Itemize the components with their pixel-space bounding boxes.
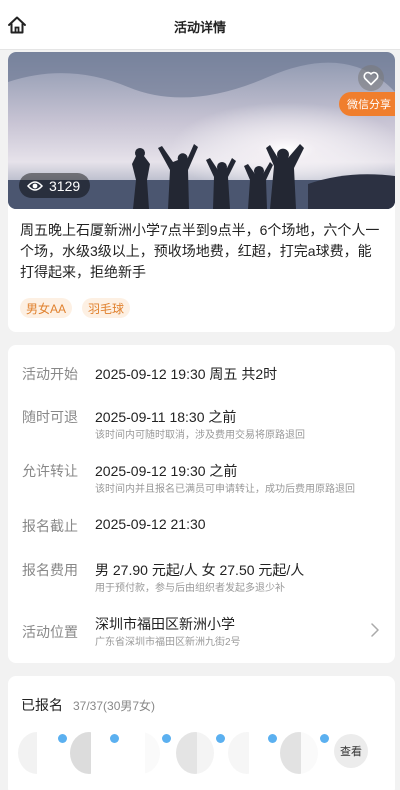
chevron-right-icon: [371, 623, 379, 637]
participant-avatars: [18, 732, 388, 774]
top-bar: 活动详情: [0, 0, 400, 50]
tag-gender-split: 男女AA: [20, 298, 73, 318]
location-label: 活动位置: [22, 624, 78, 640]
avatar[interactable]: [176, 732, 214, 774]
activity-description: 周五晚上石厦新洲小学7点半到9点半，6个场地，六个人一个场，水级3级以上，预收场…: [20, 222, 380, 280]
cancel-value: 2025-09-11 18:30 之前: [95, 409, 237, 425]
cancel-note: 该时间内可随时取消，涉及费用交易将原路退回: [95, 430, 305, 441]
fee-value: 男 27.90 元起/人 女 27.50 元起/人: [95, 562, 305, 578]
heart-icon: [363, 71, 379, 85]
verified-badge: [110, 734, 119, 743]
avatar[interactable]: [228, 732, 266, 774]
verified-badge: [162, 734, 171, 743]
tag-list: 男女AA 羽毛球: [20, 298, 140, 318]
start-label: 活动开始: [22, 366, 78, 382]
verified-badge: [268, 734, 277, 743]
verified-badge: [58, 734, 67, 743]
transfer-label: 允许转让: [22, 463, 78, 479]
verified-badge: [320, 734, 329, 743]
deadline-label: 报名截止: [22, 518, 78, 534]
view-all-participants-button[interactable]: 查看: [334, 734, 368, 768]
transfer-value: 2025-09-12 19:30 之前: [95, 463, 238, 479]
tag-sport: 羽毛球: [82, 298, 131, 318]
fee-note: 用于预付款，参与后由组织者发起多退少补: [95, 583, 285, 594]
activity-info-card: 活动开始 2025-09-12 19:30 周五 共2时 随时可退 2025-0…: [8, 345, 395, 663]
signup-card: 已报名 37/37(30男7女) 查看: [8, 676, 395, 790]
eye-icon: [27, 180, 43, 191]
avatar[interactable]: [280, 732, 318, 774]
avatar[interactable]: [70, 732, 108, 774]
page-title: 活动详情: [173, 20, 226, 35]
view-count: 3129: [19, 173, 91, 198]
start-value: 2025-09-12 19:30 周五 共2时: [95, 366, 278, 382]
signup-count: 37/37(30男7女): [73, 699, 156, 713]
location-address: 广东省深圳市福田区新洲九街2号: [95, 637, 241, 648]
avatar[interactable]: [18, 732, 56, 774]
transfer-note: 该时间内并且报名已满员可申请转让，成功后费用原路退回: [95, 484, 355, 495]
view-count-value: 3129: [49, 177, 81, 194]
cancel-label: 随时可退: [22, 409, 78, 425]
location-row[interactable]: 活动位置 深圳市福田区新洲小学 广东省深圳市福田区新洲九街2号: [22, 614, 382, 650]
signup-title: 已报名: [21, 697, 63, 713]
location-value: 深圳市福田区新洲小学: [95, 616, 235, 632]
avatar[interactable]: [122, 732, 160, 774]
activity-card: 3129 微信分享 周五晚上石厦新洲小学7点半到9点半，6个场地，六个人一个场，…: [8, 52, 395, 332]
verified-badge: [216, 734, 225, 743]
fee-label: 报名费用: [22, 562, 78, 578]
wechat-share-button[interactable]: 微信分享: [339, 92, 395, 116]
favorite-button[interactable]: [358, 65, 384, 91]
deadline-value: 2025-09-12 21:30: [95, 516, 206, 532]
